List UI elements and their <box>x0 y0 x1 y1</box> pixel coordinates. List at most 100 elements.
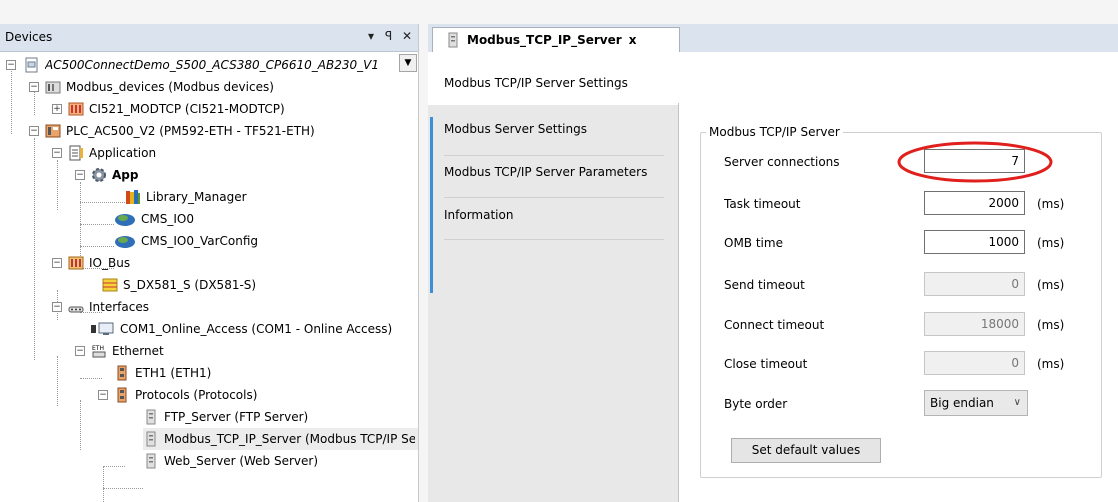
tree-node-label: App <box>112 168 139 182</box>
tree-node-interfaces[interactable]: − Interfaces <box>50 296 149 318</box>
library-icon <box>125 189 141 205</box>
byte-order-select[interactable]: Big endian ∨ <box>924 390 1028 416</box>
tree-node-label: Protocols (Protocols) <box>135 388 258 402</box>
server-connections-field[interactable]: 7 <box>924 149 1025 173</box>
tab-close-icon[interactable]: x <box>629 33 637 47</box>
pin-icon[interactable]: ꟼ <box>385 29 392 43</box>
collapse-icon[interactable]: − <box>6 60 16 70</box>
group-title: Modbus TCP/IP Server <box>706 125 843 139</box>
server-icon <box>143 453 159 469</box>
byte-order-label: Byte order <box>724 397 788 411</box>
tree-node-label: Interfaces <box>89 300 149 314</box>
tree-node-modbus-devices[interactable]: − Modbus_devices (Modbus devices) <box>27 76 274 98</box>
tree-node-com1[interactable]: COM1_Online_Access (COM1 - Online Access… <box>91 318 392 340</box>
tree-node-cms-io0[interactable]: CMS_IO0 <box>114 208 194 230</box>
globe-icon <box>114 211 136 227</box>
unit-label: (ms) <box>1037 278 1065 292</box>
interfaces-icon <box>68 299 84 315</box>
collapse-icon[interactable]: − <box>29 82 39 92</box>
tree-node-label: S_DX581_S (DX581-S) <box>123 278 257 292</box>
panel-menu-icon[interactable]: ▾ <box>368 29 374 43</box>
task-timeout-field[interactable]: 2000 <box>924 191 1025 215</box>
tree-node-plc[interactable]: − PLC_AC500_V2 (PM592-ETH - TF521-ETH) <box>27 120 315 142</box>
server-settings-group <box>700 132 1102 478</box>
tree-node-label: PLC_AC500_V2 (PM592-ETH - TF521-ETH) <box>66 124 315 138</box>
vtab-label: Modbus Server Settings <box>444 122 587 136</box>
tree-node-io-bus[interactable]: − IO_Bus <box>50 252 130 274</box>
tree-node-library-manager[interactable]: Library_Manager <box>125 186 247 208</box>
tree-node-app[interactable]: − App <box>73 164 138 186</box>
tree-node-project[interactable]: − AC500ConnectDemo_S500_ACS380_CP6610_AB… <box>4 54 379 76</box>
server-icon <box>143 409 159 425</box>
send-timeout-label: Send timeout <box>724 278 805 292</box>
collapse-icon[interactable]: − <box>75 346 85 356</box>
panel-close-icon[interactable]: ✕ <box>402 29 412 43</box>
devices-panel-title: Devices <box>5 30 53 44</box>
omb-time-field[interactable]: 1000 <box>924 230 1025 254</box>
server-icon <box>143 431 159 447</box>
tree-node-s-dx581[interactable]: S_DX581_S (DX581-S) <box>102 274 256 296</box>
tree-node-label: AC500ConnectDemo_S500_ACS380_CP6610_AB23… <box>45 58 379 72</box>
project-icon <box>24 57 40 73</box>
globe-icon <box>114 233 136 249</box>
tab-label: Modbus_TCP_IP_Server <box>467 33 622 47</box>
tree-node-ethernet[interactable]: − ETH Ethernet <box>73 340 164 362</box>
connect-timeout-field: 18000 <box>924 312 1025 336</box>
tree-node-label: CMS_IO0 <box>141 212 194 226</box>
tree-node-label: Modbus_devices (Modbus devices) <box>66 80 274 94</box>
protocols-icon <box>114 387 130 403</box>
collapse-icon[interactable]: − <box>75 170 85 180</box>
tree-node-label: Library_Manager <box>146 190 247 204</box>
tree-node-ci521[interactable]: + CI521_MODTCP (CI521-MODTCP) <box>50 98 285 120</box>
tab-server-settings[interactable]: Modbus TCP/IP Server Settings <box>428 61 678 105</box>
send-timeout-field: 0 <box>924 272 1025 296</box>
tab-server-parameters[interactable]: Modbus TCP/IP Server Parameters <box>428 150 682 194</box>
devices-panel: Devices ▾ ꟼ ✕ − AC500ConnectDemo_S500_AC <box>0 24 419 502</box>
connect-timeout-label: Connect timeout <box>724 318 825 332</box>
close-timeout-field: 0 <box>924 351 1025 375</box>
devices-panel-header: Devices ▾ ꟼ ✕ <box>0 24 418 52</box>
tree-node-web-server[interactable]: Web_Server (Web Server) <box>143 450 318 472</box>
tree-node-eth1[interactable]: ETH1 (ETH1) <box>114 362 211 384</box>
tree-node-protocols[interactable]: − Protocols (Protocols) <box>96 384 257 406</box>
tree-node-label: Application <box>89 146 157 160</box>
tree-node-label: Modbus_TCP_IP_Server (Modbus TCP/IP Serv… <box>164 432 415 446</box>
tree-node-application[interactable]: − Application <box>50 142 156 164</box>
eth-port-icon <box>114 365 130 381</box>
collapse-icon[interactable]: − <box>29 126 39 136</box>
tree-node-ftp-server[interactable]: FTP_Server (FTP Server) <box>143 406 308 428</box>
tree-node-label: Web_Server (Web Server) <box>164 454 319 468</box>
chevron-down-icon[interactable]: ▼ <box>399 54 417 72</box>
server-icon <box>445 32 461 48</box>
tree-node-label: ETH1 (ETH1) <box>135 366 212 380</box>
tree-node-modbus-tcp-ip-server[interactable]: Modbus_TCP_IP_Server (Modbus TCP/IP Serv… <box>143 428 418 450</box>
tree-node-label: COM1_Online_Access (COM1 - Online Access… <box>120 322 393 336</box>
expand-icon[interactable]: + <box>52 104 62 114</box>
collapse-icon[interactable]: − <box>52 302 62 312</box>
tab-modbus-tcp-ip-server[interactable]: Modbus_TCP_IP_Server x <box>432 27 680 52</box>
tree-node-label: CI521_MODTCP (CI521-MODTCP) <box>89 102 285 116</box>
collapse-icon[interactable]: − <box>98 390 108 400</box>
tree-node-label: CMS_IO0_VarConfig <box>141 234 259 248</box>
settings-vertical-tabs: Modbus TCP/IP Server Settings Modbus Ser… <box>428 57 682 502</box>
unit-label: (ms) <box>1037 357 1065 371</box>
module-icon <box>68 101 84 117</box>
vtab-label: Modbus TCP/IP Server Settings <box>444 76 628 90</box>
application-icon <box>68 145 84 161</box>
tab-modbus-server-settings[interactable]: Modbus Server Settings <box>428 107 682 151</box>
set-default-values-button[interactable]: Set default values <box>731 438 881 463</box>
unit-label: (ms) <box>1037 236 1065 250</box>
tree-node-label: Ethernet <box>112 344 164 358</box>
collapse-icon[interactable]: − <box>52 148 62 158</box>
io-module-icon <box>102 277 118 293</box>
task-timeout-label: Task timeout <box>724 197 801 211</box>
byte-order-value: Big endian <box>930 396 994 410</box>
plc-icon <box>45 123 61 139</box>
unit-label: (ms) <box>1037 197 1065 211</box>
tab-information[interactable]: Information <box>428 193 682 237</box>
vtab-label: Modbus TCP/IP Server Parameters <box>444 165 648 179</box>
svg-text:ETH: ETH <box>92 345 104 352</box>
unit-label: (ms) <box>1037 318 1065 332</box>
collapse-icon[interactable]: − <box>52 258 62 268</box>
tree-node-cms-io0-varconfig[interactable]: CMS_IO0_VarConfig <box>114 230 258 252</box>
